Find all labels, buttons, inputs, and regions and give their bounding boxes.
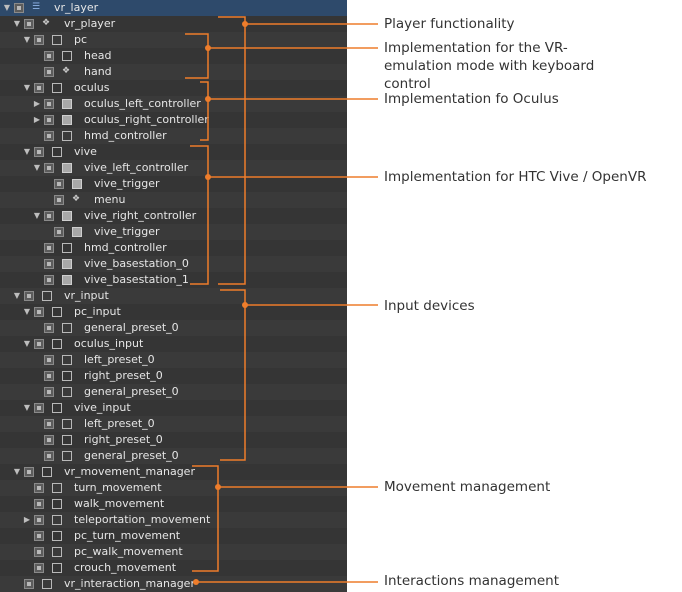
- leader-dot-pc: [205, 45, 211, 51]
- bracket-player: [218, 16, 246, 285]
- leader-dot-movement: [215, 484, 221, 490]
- annotation-movement: Movement management: [384, 479, 551, 495]
- bracket-movement: [192, 465, 219, 572]
- annotation-vive: Implementation for HTC Vive / OpenVR: [384, 169, 647, 185]
- annotation-input: Input devices: [384, 298, 475, 314]
- annotation-player: Player functionality: [384, 16, 515, 32]
- leader-dot-vive: [205, 174, 211, 180]
- leader-dot-player: [242, 21, 248, 27]
- bracket-vive: [190, 145, 209, 285]
- bracket-input: [220, 289, 246, 461]
- bracket-pc: [185, 33, 209, 79]
- annotation-pc: Implementation for the VR-emulation mode…: [384, 40, 595, 92]
- annotation-oculus: Implementation fo Oculus: [384, 91, 559, 107]
- leader-dot-input: [242, 302, 248, 308]
- leader-dot-oculus: [205, 96, 211, 102]
- bracket-oculus: [200, 81, 209, 141]
- leader-dot-interaction: [193, 579, 199, 585]
- annotation-interaction: Interactions management: [384, 573, 559, 589]
